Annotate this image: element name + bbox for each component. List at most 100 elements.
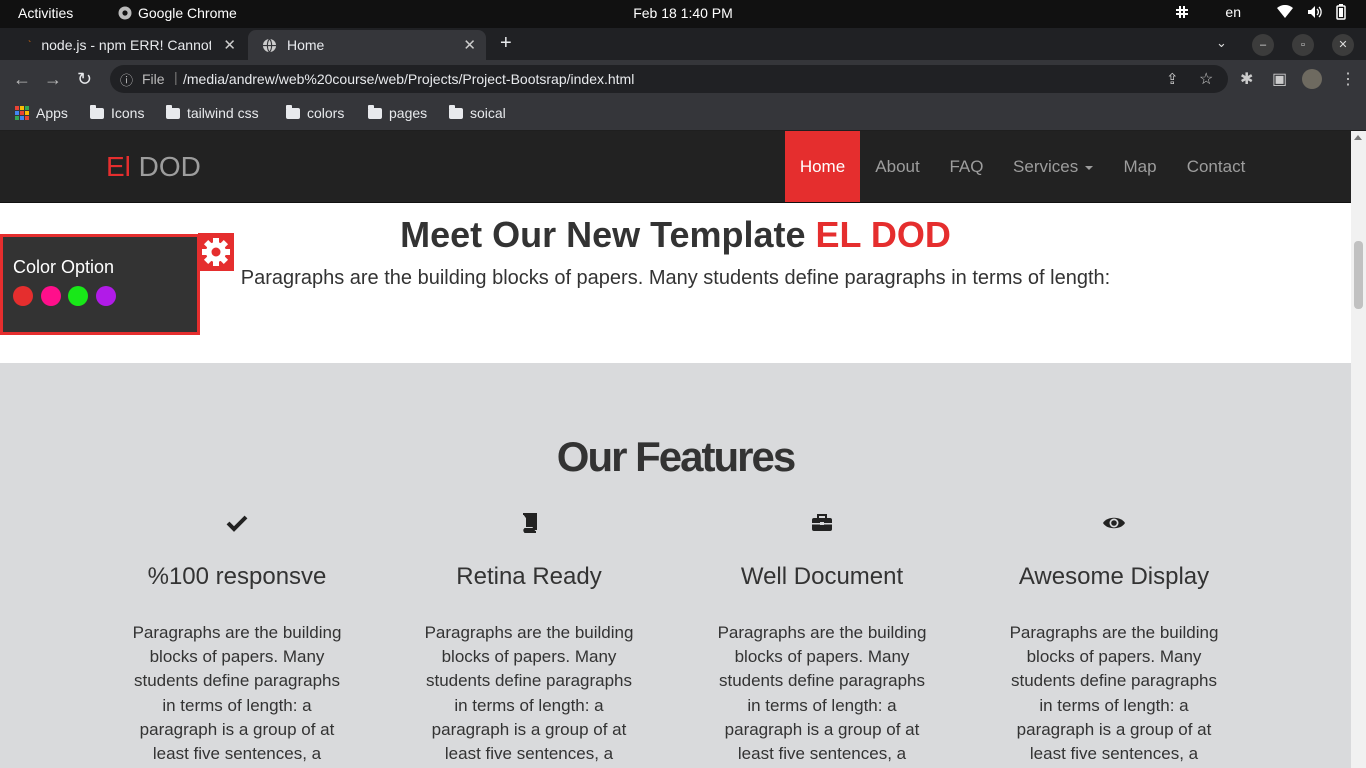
tab-strip: ` node.js - npm ERR! Cannot ✕ Home ✕ + ⌄… bbox=[0, 28, 1366, 60]
logo-accent: El bbox=[106, 151, 131, 182]
hero-title-prefix: Meet Our New Template bbox=[400, 214, 816, 255]
feature-title: Awesome Display bbox=[1018, 563, 1210, 590]
bookmark-soical[interactable]: soical bbox=[449, 104, 506, 121]
close-window-button[interactable]: ✕ bbox=[1332, 34, 1354, 56]
forward-button[interactable]: → bbox=[44, 69, 62, 90]
bookmark-label: pages bbox=[389, 105, 428, 121]
new-tab-button[interactable]: + bbox=[500, 32, 512, 55]
feature-title: Retina Ready bbox=[456, 563, 602, 590]
url-separator: | bbox=[174, 69, 178, 85]
feature-title: %100 responsve bbox=[147, 563, 327, 590]
menu-icon[interactable]: ⋮ bbox=[1340, 69, 1356, 89]
gear-icon bbox=[202, 238, 230, 266]
clock[interactable]: Feb 18 1:40 PM bbox=[0, 5, 1366, 21]
logo-text: DOD bbox=[130, 151, 201, 182]
nav-services[interactable]: Services bbox=[998, 131, 1108, 202]
volume-icon bbox=[1308, 6, 1322, 18]
wifi-icon bbox=[1277, 5, 1293, 18]
bookmark-label: soical bbox=[470, 105, 506, 121]
address-bar[interactable]: ⓘ File | /media/andrew/web%20course/web/… bbox=[110, 65, 1228, 93]
feature-text: Paragraphs are the building blocks of pa… bbox=[424, 623, 634, 764]
site-navbar: El DOD Home About FAQ Services Map Conta… bbox=[0, 131, 1351, 203]
close-tab-icon[interactable]: ✕ bbox=[463, 36, 476, 54]
profile-avatar[interactable] bbox=[1302, 69, 1322, 89]
apps-grid-icon bbox=[15, 106, 29, 120]
scroll-up-arrow-icon[interactable] bbox=[1354, 135, 1362, 140]
bookmarks-bar: Apps Icons tailwind css colors pages soi… bbox=[0, 98, 1366, 130]
reload-button[interactable]: ↻ bbox=[77, 69, 92, 90]
minimize-button[interactable]: – bbox=[1252, 34, 1274, 56]
color-option-label: Color Option bbox=[13, 257, 115, 277]
feature-card: Retina Ready Paragraphs are the building… bbox=[414, 511, 644, 766]
settings-toggle-button[interactable] bbox=[198, 233, 234, 271]
nav-faq[interactable]: FAQ bbox=[935, 131, 998, 202]
folder-icon bbox=[90, 104, 104, 119]
bookmark-label: tailwind css bbox=[187, 105, 259, 121]
feature-card: Well Document Paragraphs are the buildin… bbox=[707, 511, 937, 766]
feature-card: %100 responsve Paragraphs are the buildi… bbox=[122, 511, 352, 766]
bookmark-apps[interactable]: Apps bbox=[15, 105, 68, 121]
page-scrollbar[interactable] bbox=[1351, 131, 1366, 768]
bookmark-icons[interactable]: Icons bbox=[90, 104, 145, 121]
bookmark-label: Icons bbox=[111, 105, 145, 121]
features-title: Our Features bbox=[556, 433, 796, 480]
tab-home[interactable]: Home ✕ bbox=[248, 30, 486, 60]
extensions-icon[interactable]: ✱ bbox=[1240, 69, 1253, 89]
tab-title: node.js - npm ERR! Cannot bbox=[41, 37, 212, 53]
terminal-favicon-icon: ` bbox=[28, 39, 32, 51]
url-text[interactable]: /media/andrew/web%20course/web/Projects/… bbox=[183, 71, 634, 87]
system-top-bar: Activities Google Chrome Feb 18 1:40 PM … bbox=[0, 0, 1366, 28]
slack-icon bbox=[1176, 6, 1189, 18]
hero-title-accent: EL DOD bbox=[815, 214, 951, 255]
book-icon bbox=[523, 513, 537, 533]
maximize-button[interactable]: ▫ bbox=[1292, 34, 1314, 56]
bookmark-colors[interactable]: colors bbox=[286, 104, 345, 121]
side-panel-icon[interactable]: ▣ bbox=[1272, 69, 1287, 89]
folder-icon bbox=[449, 104, 463, 119]
swatch-pink[interactable] bbox=[41, 286, 61, 306]
swatch-purple[interactable] bbox=[96, 286, 116, 306]
nav-about[interactable]: About bbox=[860, 131, 935, 202]
nav-home[interactable]: Home bbox=[785, 131, 860, 202]
browser-toolbar: ← → ↻ ⓘ File | /media/andrew/web%20cours… bbox=[0, 60, 1366, 98]
tab-title: Home bbox=[287, 37, 325, 53]
briefcase-icon bbox=[812, 514, 832, 531]
folder-icon bbox=[166, 104, 180, 119]
back-button[interactable]: ← bbox=[13, 69, 31, 90]
folder-icon bbox=[368, 104, 382, 119]
close-tab-icon[interactable]: ✕ bbox=[223, 36, 236, 54]
bookmark-tailwind-css[interactable]: tailwind css bbox=[166, 104, 259, 121]
feature-card: Awesome Display Paragraphs are the build… bbox=[999, 511, 1229, 766]
eye-icon bbox=[1103, 517, 1125, 529]
site-info-icon[interactable]: ⓘ bbox=[120, 70, 133, 89]
check-icon bbox=[226, 515, 248, 532]
feature-title: Well Document bbox=[740, 563, 904, 590]
features-section: Our Features %100 responsve Paragraphs a… bbox=[0, 363, 1351, 768]
feature-text: Paragraphs are the building blocks of pa… bbox=[1009, 623, 1219, 764]
feature-text: Paragraphs are the building blocks of pa… bbox=[717, 623, 927, 764]
swatch-red[interactable] bbox=[13, 286, 33, 306]
color-option-panel: Color Option bbox=[0, 234, 200, 335]
bookmark-pages[interactable]: pages bbox=[368, 104, 428, 121]
scrollbar-thumb[interactable] bbox=[1354, 241, 1363, 309]
tab-search-icon[interactable]: ⌄ bbox=[1216, 35, 1227, 51]
feature-text: Paragraphs are the building blocks of pa… bbox=[132, 623, 342, 764]
battery-icon bbox=[1336, 4, 1346, 20]
bookmark-label: colors bbox=[307, 105, 345, 121]
share-icon[interactable]: ⇪ bbox=[1166, 70, 1179, 88]
caret-down-icon bbox=[1084, 165, 1093, 170]
folder-icon bbox=[286, 104, 300, 119]
bookmark-star-icon[interactable]: ☆ bbox=[1199, 69, 1213, 89]
system-tray[interactable]: en bbox=[1175, 4, 1346, 20]
tab-npm-error[interactable]: ` node.js - npm ERR! Cannot ✕ bbox=[14, 30, 246, 60]
language-indicator[interactable]: en bbox=[1225, 4, 1241, 20]
bookmark-label: Apps bbox=[36, 105, 68, 121]
page-viewport: El DOD Home About FAQ Services Map Conta… bbox=[0, 131, 1366, 768]
nav-map[interactable]: Map bbox=[1108, 131, 1172, 202]
nav-services-label: Services bbox=[1013, 157, 1079, 176]
globe-icon bbox=[262, 38, 277, 52]
site-logo[interactable]: El DOD bbox=[106, 151, 201, 183]
scheme-label: File bbox=[142, 71, 165, 87]
nav-contact[interactable]: Contact bbox=[1172, 131, 1260, 202]
swatch-green[interactable] bbox=[68, 286, 88, 306]
